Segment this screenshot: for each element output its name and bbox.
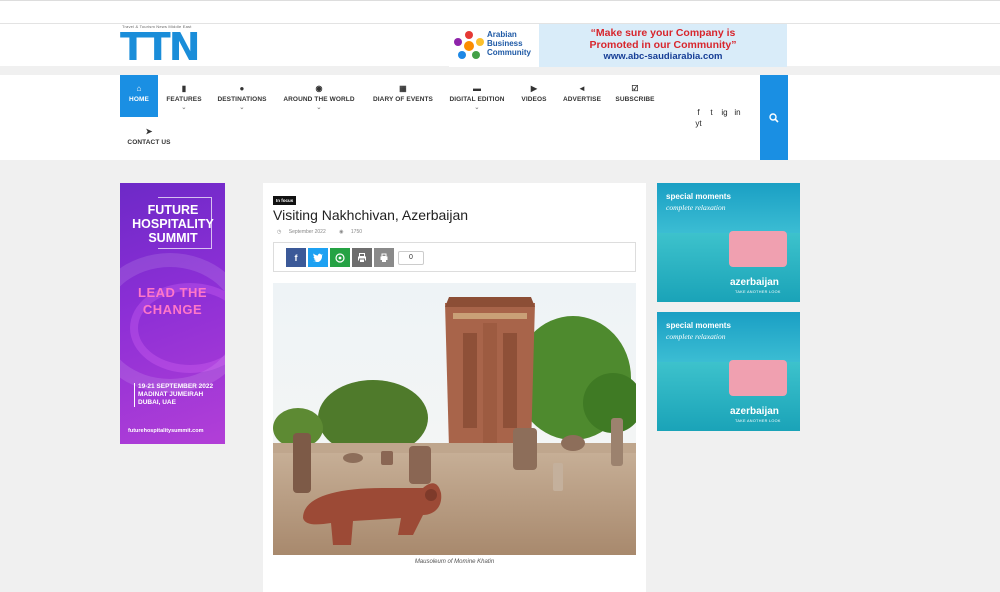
share-facebook-button[interactable]: f (286, 248, 306, 267)
twitter-icon (313, 253, 323, 262)
article-views: 1750 (350, 229, 363, 235)
ad-dates: 19-21 SEPTEMBER 2022 MADINAT JUMEIRAH DU… (134, 383, 214, 407)
nav-label: DESTINATIONS (217, 96, 267, 103)
abc-logo: Arabian Business Community (449, 24, 539, 67)
share-twitter-button[interactable] (308, 248, 328, 267)
category-badge[interactable]: In focus (273, 196, 297, 205)
nav-label: DIARY OF EVENTS (372, 96, 433, 103)
photo-caption: Mausoleum of Momine Khatin (414, 559, 495, 565)
nav-label: ADVERTISE (562, 96, 602, 103)
nav-label: FEATURES (166, 96, 202, 103)
share-print-button[interactable] (352, 248, 372, 267)
ad-url: futurehospitalitysummit.com (128, 428, 204, 434)
chevron-down-icon: ⌄ (181, 105, 187, 111)
instagram-icon[interactable]: ig (718, 107, 731, 118)
ad-tagline: TAKE ANOTHER LOOK (735, 419, 781, 423)
ad-subheadline: complete relaxation (666, 332, 726, 341)
abc-name: Arabian Business Community (487, 30, 531, 57)
banner-line-2: Promoted in our Community” (589, 39, 737, 51)
facebook-icon[interactable]: f (692, 107, 705, 118)
date-meta: ◷ September 2022 (277, 229, 332, 235)
ad-headline: special moments (666, 192, 731, 201)
header-banner-ad[interactable]: Arabian Business Community “Make sure yo… (449, 24, 787, 67)
article-title: Visiting Nakhchivan, Azerbaijan (273, 207, 469, 223)
social-links: f t ig in yt (692, 107, 752, 129)
nav-label: HOME (129, 96, 149, 103)
search-icon (769, 112, 779, 123)
share-count: 0 (398, 251, 424, 265)
globe-icon: ◉ (315, 84, 323, 93)
right-sidebar-ad-2[interactable]: special moments complete relaxation azer… (657, 312, 800, 431)
ad-pink-lake (729, 231, 787, 267)
linkedin-icon[interactable]: in (731, 107, 744, 118)
ad-headline: special moments (666, 321, 731, 330)
ad-title: FUTURE HOSPITALITY SUMMIT (132, 203, 214, 245)
bookmark-icon: ▮ (181, 84, 187, 93)
share-bar: f 0 (273, 242, 636, 272)
banner-url[interactable]: www.abc-saudiarabia.com (539, 51, 787, 63)
search-button[interactable] (760, 75, 788, 160)
home-icon: ⌂ (136, 84, 142, 93)
ad-pink-lake (729, 360, 787, 396)
logo-letters: TTN (120, 25, 201, 69)
nav-bar: ⌂ HOME ▮ FEATURES ⌄ ● DESTINATIONS ⌄ ◉ A… (120, 75, 788, 160)
community-icon (454, 31, 484, 59)
ad-slogan: LEAD THE CHANGE (138, 285, 207, 317)
views-meta: ◉ 1750 (339, 229, 368, 235)
nav-item-features[interactable]: ▮ FEATURES ⌄ (162, 75, 206, 117)
youtube-icon[interactable]: yt (692, 118, 705, 129)
map-pin-icon: ● (239, 84, 245, 93)
megaphone-icon: ◄ (577, 84, 587, 93)
nav-label: AROUND THE WORLD (283, 96, 355, 103)
folder-icon: ▬ (472, 84, 482, 93)
nav-item-subscribe[interactable]: ☑ SUBSCRIBE (613, 75, 657, 117)
nav-item-contact-us[interactable]: ➤ CONTACT US (126, 118, 172, 160)
article-meta: ◷ September 2022 ◉ 1750 (277, 229, 374, 235)
article-card: In focus Visiting Nakhchivan, Azerbaijan… (263, 183, 646, 592)
chevron-down-icon: ⌄ (316, 105, 322, 111)
site-header: Travel & Tourism News Middle East TTN Ar… (0, 0, 1000, 67)
nav-label: VIDEOS (521, 96, 547, 103)
nav-item-around-the-world[interactable]: ◉ AROUND THE WORLD ⌄ (280, 75, 358, 117)
video-icon: ▶ (530, 84, 538, 93)
share-email-button[interactable] (374, 248, 394, 267)
left-sidebar-ad[interactable]: FUTURE HOSPITALITY SUMMIT LEAD THE CHANG… (120, 183, 225, 444)
article-date: September 2022 (288, 229, 326, 235)
banner-line-1: “Make sure your Company is (590, 27, 736, 39)
ad-brand: azerbaijan (730, 277, 779, 288)
paper-plane-icon: ➤ (145, 127, 153, 136)
facebook-icon: f (294, 252, 298, 263)
banner-message: “Make sure your Company is Promoted in o… (539, 24, 787, 67)
right-sidebar-ad-1[interactable]: special moments complete relaxation azer… (657, 183, 800, 302)
calendar-icon: ▦ (399, 84, 407, 93)
nav-item-diary-of-events[interactable]: ▦ DIARY OF EVENTS (369, 75, 437, 117)
eye-icon: ◉ (339, 229, 344, 235)
nav-item-home[interactable]: ⌂ HOME (120, 75, 158, 117)
whatsapp-icon (335, 252, 345, 263)
site-logo[interactable]: Travel & Tourism News Middle East TTN (120, 24, 201, 67)
nav-label: DIGITAL EDITION (449, 96, 505, 103)
ad-brand: azerbaijan (730, 406, 779, 417)
chevron-down-icon: ⌄ (474, 105, 480, 111)
nav-label: CONTACT US (127, 139, 171, 146)
twitter-icon[interactable]: t (705, 107, 718, 118)
share-whatsapp-button[interactable] (330, 248, 350, 267)
ad-subheadline: complete relaxation (666, 203, 726, 212)
checkbox-icon: ☑ (631, 84, 639, 93)
nav-label: SUBSCRIBE (615, 96, 655, 103)
chevron-down-icon: ⌄ (239, 105, 245, 111)
nav-item-videos[interactable]: ▶ VIDEOS (517, 75, 551, 117)
print-page-icon (380, 253, 388, 262)
ad-tagline: TAKE ANOTHER LOOK (735, 290, 781, 294)
clock-icon: ◷ (277, 229, 282, 235)
nav-item-destinations[interactable]: ● DESTINATIONS ⌄ (214, 75, 270, 117)
nav-item-digital-edition[interactable]: ▬ DIGITAL EDITION ⌄ (446, 75, 508, 117)
article-photo (273, 283, 636, 555)
main-navigation: ⌂ HOME ▮ FEATURES ⌄ ● DESTINATIONS ⌄ ◉ A… (0, 75, 1000, 160)
printer-icon (358, 252, 366, 263)
nav-item-advertise[interactable]: ◄ ADVERTISE (559, 75, 605, 117)
mausoleum-image (273, 283, 636, 555)
